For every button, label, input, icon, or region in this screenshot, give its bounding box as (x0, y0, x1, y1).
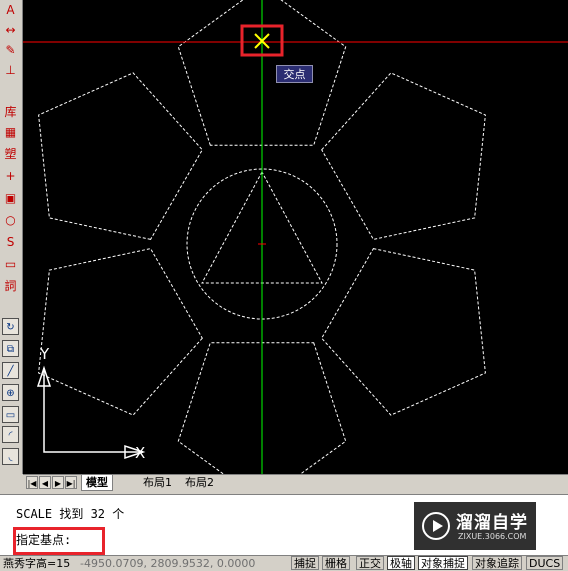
drawing-canvas[interactable]: Y X 交点 (23, 0, 568, 474)
fillet-icon[interactable]: ◟ (2, 448, 19, 465)
measure-icon[interactable]: ⊥ (2, 62, 19, 79)
pentagon-petal (321, 248, 486, 416)
command-history-line: SCALE 找到 32 个 (16, 507, 125, 521)
pentagon-petal (38, 248, 203, 416)
otrack-toggle[interactable]: 对象追踪 (472, 556, 522, 570)
arc-icon[interactable]: ◜ (2, 426, 19, 443)
layers-icon[interactable]: ▣ (2, 190, 19, 207)
plastic-icon[interactable]: 塑 (2, 146, 19, 163)
play-logo-icon (422, 512, 450, 540)
last-tab-button[interactable]: ▶| (65, 476, 77, 489)
stamp-icon[interactable]: ⊕ (2, 384, 19, 401)
ucs-axes (43, 368, 143, 453)
tab-layout2[interactable]: 布局2 (181, 475, 218, 490)
font-height-label: 燕秀字高=15 (3, 557, 71, 570)
watermark-name: 溜溜自学 (456, 513, 528, 533)
copy-icon[interactable]: ⧉ (2, 340, 19, 357)
tab-layout1[interactable]: 布局1 (139, 475, 176, 490)
ucs-x-label: X (135, 444, 145, 462)
next-tab-button[interactable]: ▶ (52, 476, 64, 489)
ucs-y-label: Y (39, 345, 50, 363)
prompt-highlight-box (13, 527, 105, 555)
dimension-icon[interactable]: ↔ (2, 22, 19, 39)
library-icon[interactable]: 库 (2, 104, 19, 121)
left-toolbar: A ↔ ✎ ⊥ 库 ▦ 塑 + ▣ ○ S ▭ 詞 ↻ ⧉ ╱ ⊕ ▭ ◜ ◟ (0, 0, 23, 474)
status-bar: 燕秀字高=15 -4950.0709, 2809.9532, 0.0000 捕捉… (0, 555, 568, 571)
osnap-toggle[interactable]: 对象捕捉 (418, 556, 468, 570)
spline-icon[interactable]: S (2, 234, 19, 251)
text-style-icon[interactable]: A (2, 2, 19, 19)
tab-model[interactable]: 模型 (81, 475, 113, 491)
table-icon[interactable]: ▦ (2, 124, 19, 141)
snap-tooltip: 交点 (276, 65, 313, 83)
watermark-logo: 溜溜自学 ZIXUE.3066.COM (414, 502, 536, 550)
ortho-toggle[interactable]: 正交 (356, 556, 384, 570)
pentagon-petal (38, 72, 203, 240)
rotate-icon[interactable]: ↻ (2, 318, 19, 335)
layout-tab-bar: |◀ ◀ ▶ ▶| 模型 布局1 布局2 (23, 474, 568, 491)
watermark-url: ZIXUE.3066.COM (458, 532, 527, 541)
word-icon[interactable]: 詞 (2, 278, 19, 295)
first-tab-button[interactable]: |◀ (26, 476, 38, 489)
monitor-icon[interactable]: ▭ (2, 256, 19, 273)
prev-tab-button[interactable]: ◀ (39, 476, 51, 489)
coordinates-readout: -4950.0709, 2809.9532, 0.0000 (80, 557, 256, 570)
rect-icon[interactable]: ▭ (2, 406, 19, 423)
circle-icon[interactable]: ○ (2, 212, 19, 229)
cross-icon[interactable]: + (2, 168, 19, 185)
snap-toggle[interactable]: 捕捉 (291, 556, 319, 570)
polar-toggle[interactable]: 极轴 (387, 556, 415, 570)
grid-toggle[interactable]: 栅格 (322, 556, 350, 570)
pen-icon[interactable]: ╱ (2, 362, 19, 379)
pentagon-petal (321, 72, 486, 240)
fill-icon[interactable]: ✎ (2, 42, 19, 59)
ducs-toggle[interactable]: DUCS (526, 556, 564, 570)
